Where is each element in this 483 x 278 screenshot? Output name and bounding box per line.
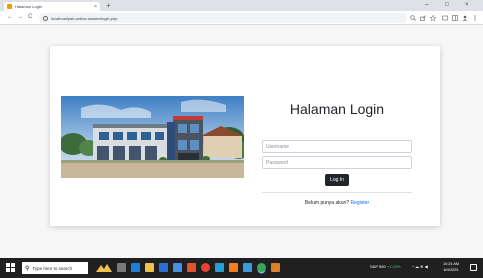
chrome-icon[interactable] bbox=[201, 263, 210, 272]
reload-button[interactable]: C bbox=[28, 14, 32, 21]
back-button[interactable]: ← bbox=[7, 14, 13, 21]
sidebar-icon[interactable] bbox=[452, 15, 458, 21]
system-tray-icons[interactable]: ^ ☁ ⊕ ◀ bbox=[412, 264, 428, 270]
close-window-button[interactable]: × bbox=[465, 1, 469, 9]
tab-close-button[interactable]: × bbox=[94, 4, 97, 10]
register-prompt-text: Belum punya akun? bbox=[304, 200, 350, 206]
register-link[interactable]: Register bbox=[350, 200, 369, 206]
forward-button[interactable]: → bbox=[17, 14, 23, 21]
file-explorer-icon[interactable] bbox=[145, 263, 154, 272]
mail-icon[interactable] bbox=[159, 263, 168, 272]
login-button[interactable]: Log In bbox=[325, 174, 349, 186]
chrome-active-icon[interactable] bbox=[257, 263, 266, 272]
taskbar-clock[interactable]: 10:24 AM 6/4/2025 bbox=[440, 261, 462, 273]
browser-tab-strip: Halaman Login × + – □ × bbox=[0, 0, 483, 11]
address-url: localhost/pab-online-master/login.php bbox=[51, 15, 118, 21]
browser-toolbar: ← → C localhost/pab-online-master/login.… bbox=[0, 11, 483, 25]
edge-icon[interactable] bbox=[131, 263, 140, 272]
star-icon[interactable] bbox=[430, 15, 436, 21]
browser-tab[interactable]: Halaman Login × bbox=[4, 2, 100, 11]
office-icon[interactable] bbox=[187, 263, 196, 272]
minimize-button[interactable]: – bbox=[425, 1, 428, 9]
username-input[interactable] bbox=[262, 140, 412, 153]
maximize-button[interactable]: □ bbox=[445, 1, 449, 9]
new-tab-button[interactable]: + bbox=[106, 1, 111, 10]
search-icon: ⚲ bbox=[25, 265, 30, 272]
store-icon[interactable] bbox=[173, 263, 182, 272]
register-prompt: Belum punya akun? Register bbox=[262, 200, 412, 206]
tab-title: Halaman Login bbox=[15, 4, 42, 9]
start-windows-icon[interactable] bbox=[6, 263, 15, 272]
page-viewport: Halaman Login Log In Belum punya akun? R… bbox=[0, 25, 483, 258]
password-input[interactable] bbox=[262, 156, 412, 169]
profile-icon[interactable] bbox=[462, 15, 468, 21]
notification-icon[interactable] bbox=[470, 264, 477, 271]
xampp-icon[interactable] bbox=[229, 263, 238, 272]
folder-icon[interactable] bbox=[271, 263, 280, 272]
taskbar-widget-icon[interactable] bbox=[95, 262, 113, 273]
clock-date: 6/4/2025 bbox=[443, 268, 459, 272]
share-icon[interactable] bbox=[420, 15, 426, 21]
windows-taskbar: ⚲ Type here to search S&P 500 +1.03% ^ ☁… bbox=[0, 258, 483, 278]
login-card: Halaman Login Log In Belum punya akun? R… bbox=[50, 46, 440, 226]
stock-widget[interactable]: S&P 500 +1.03% bbox=[370, 264, 401, 270]
vscode-icon[interactable] bbox=[243, 263, 252, 272]
site-info-icon[interactable] bbox=[43, 15, 48, 21]
address-bar[interactable]: localhost/pab-online-master/login.php bbox=[39, 13, 407, 23]
taskbar-search-box[interactable]: ⚲ Type here to search bbox=[22, 262, 88, 274]
task-view-icon[interactable] bbox=[117, 263, 126, 272]
taskbar-search-placeholder: Type here to search bbox=[32, 265, 73, 271]
form-divider bbox=[262, 192, 412, 193]
favicon-icon bbox=[7, 4, 12, 9]
zoom-icon[interactable] bbox=[410, 15, 416, 21]
login-title: Halaman Login bbox=[289, 101, 385, 117]
menu-icon[interactable] bbox=[473, 15, 477, 21]
tab-search-icon[interactable] bbox=[442, 15, 448, 21]
building-photo bbox=[61, 96, 244, 178]
stock-change: +1.03% bbox=[386, 264, 401, 269]
photos-icon[interactable] bbox=[215, 263, 224, 272]
stock-label: S&P 500 bbox=[370, 264, 386, 269]
